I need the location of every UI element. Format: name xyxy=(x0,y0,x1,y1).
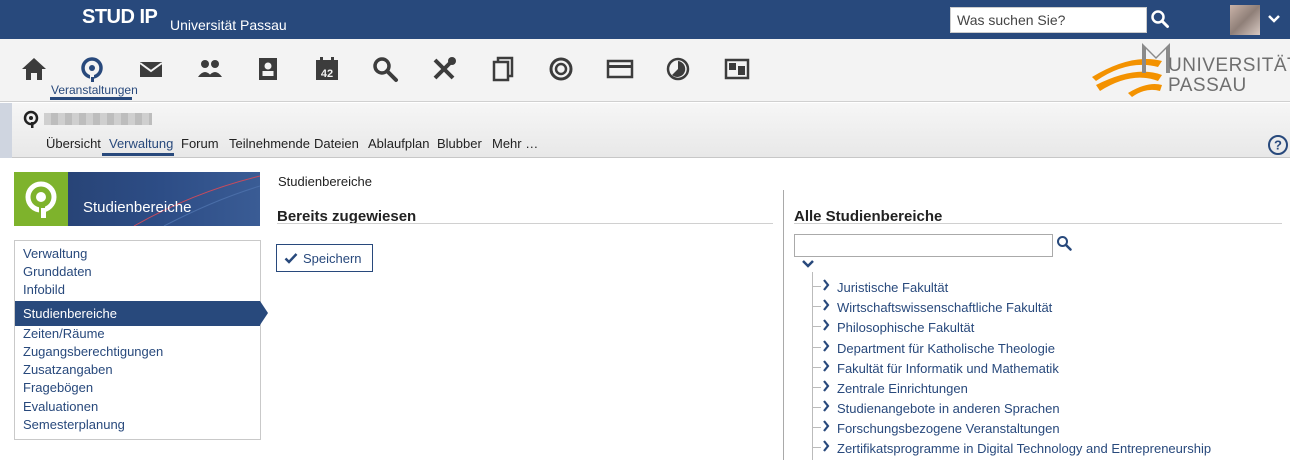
tree-item-informatik-mathematik[interactable]: Fakultät für Informatik und Mathematik xyxy=(837,361,1059,376)
nav-active-indicator xyxy=(50,97,132,100)
search-icon[interactable] xyxy=(1056,235,1072,251)
courses-icon xyxy=(25,181,57,218)
calendar-day: 42 xyxy=(321,68,333,80)
tab-teilnehmende[interactable]: Teilnehmende xyxy=(229,136,310,151)
calendar-icon[interactable]: 42 xyxy=(313,55,341,83)
avatar[interactable] xyxy=(1230,5,1260,35)
community-icon[interactable] xyxy=(196,55,224,83)
column-divider xyxy=(783,190,784,460)
course-title-redacted xyxy=(44,113,152,125)
sidebar-item-grunddaten[interactable]: Grunddaten xyxy=(23,264,92,279)
logo-text: STUD IP xyxy=(82,6,158,28)
chevron-right-icon[interactable] xyxy=(822,299,830,311)
tab-forum[interactable]: Forum xyxy=(181,136,219,151)
sidebar-header: Studienbereiche xyxy=(14,172,260,226)
check-icon xyxy=(284,253,298,264)
tab-mehr[interactable]: Mehr … xyxy=(492,136,538,151)
sidebar-navigation: Verwaltung Grunddaten Infobild Studienbe… xyxy=(14,240,268,440)
tree-item-juristische-fakultaet[interactable]: Juristische Fakultät xyxy=(837,280,948,295)
brand-text-line1: UNIVERSITÄT xyxy=(1168,55,1290,76)
admin-icon[interactable] xyxy=(723,55,751,83)
tab-uebersicht[interactable]: Übersicht xyxy=(46,136,101,151)
course-icon xyxy=(23,110,39,128)
tree-connector xyxy=(813,427,821,428)
page-title: Studienbereiche xyxy=(278,174,372,189)
tab-active-indicator xyxy=(102,153,174,156)
global-search-field[interactable] xyxy=(950,7,1147,33)
tree-connector xyxy=(813,387,821,388)
sidebar-item-zeiten-raeume[interactable]: Zeiten/Räume xyxy=(23,326,105,341)
tree-connector xyxy=(812,272,813,460)
sidebar-title: Studienbereiche xyxy=(83,199,192,216)
chevron-right-icon[interactable] xyxy=(822,420,830,432)
tab-dateien[interactable]: Dateien xyxy=(314,136,359,151)
search-icon[interactable] xyxy=(371,55,399,83)
tab-ablaufplan[interactable]: Ablaufplan xyxy=(368,136,429,151)
tree-connector xyxy=(813,286,821,287)
sidebar-item-infobild[interactable]: Infobild xyxy=(23,282,65,297)
payment-card-icon[interactable] xyxy=(606,55,634,83)
top-bar: STUD IP Universität Passau xyxy=(0,0,1290,39)
tree-connector xyxy=(813,326,821,327)
home-icon[interactable] xyxy=(20,55,48,83)
sidebar-item-evaluationen[interactable]: Evaluationen xyxy=(23,399,98,414)
course-header-stripe xyxy=(0,103,12,158)
university-name: Universität Passau xyxy=(170,17,287,33)
chevron-right-icon[interactable] xyxy=(822,380,830,392)
profile-icon[interactable] xyxy=(254,55,282,83)
chevron-down-icon[interactable] xyxy=(1267,12,1281,26)
tree-connector xyxy=(813,306,821,307)
sidebar-item-label: Studienbereiche xyxy=(23,306,117,321)
sidebar-active-arrow xyxy=(260,301,268,325)
files-icon[interactable] xyxy=(489,55,517,83)
tools-icon[interactable] xyxy=(430,55,458,83)
courses-icon[interactable] xyxy=(78,55,106,83)
tree-item-andere-sprachen[interactable]: Studienangebote in anderen Sprachen xyxy=(837,401,1060,416)
brand-text-line2: PASSAU xyxy=(1168,75,1247,96)
tree-item-forschungsbezogen[interactable]: Forschungsbezogene Veranstaltungen xyxy=(837,421,1060,436)
section-divider xyxy=(277,223,773,224)
tree-item-philosophische-fakultaet[interactable]: Philosophische Fakultät xyxy=(837,320,974,335)
nav-label-courses[interactable]: Veranstaltungen xyxy=(51,83,138,97)
tree-item-wiwi-fakultaet[interactable]: Wirtschaftswissenschaftliche Fakultät xyxy=(837,300,1052,315)
chevron-right-icon[interactable] xyxy=(822,279,830,291)
chevron-down-icon[interactable] xyxy=(801,258,815,270)
main-navigation: 42 Veranstaltungen UNIVERSITÄT PASSAU xyxy=(0,39,1290,102)
section-divider xyxy=(794,223,1282,224)
tree-connector xyxy=(813,447,821,448)
help-icon[interactable]: ? xyxy=(1267,134,1289,156)
sidebar-item-zugangsberechtigungen[interactable]: Zugangsberechtigungen xyxy=(23,344,163,359)
sidebar-item-frageboegen[interactable]: Fragebögen xyxy=(23,380,93,395)
tree-item-katholische-theologie[interactable]: Department für Katholische Theologie xyxy=(837,341,1055,356)
chevron-right-icon[interactable] xyxy=(822,400,830,412)
statistics-icon[interactable] xyxy=(664,55,692,83)
area-search-input[interactable] xyxy=(794,234,1053,257)
tree-connector xyxy=(813,407,821,408)
chevron-right-icon[interactable] xyxy=(822,440,830,452)
search-icon[interactable] xyxy=(1150,9,1170,29)
mail-icon[interactable] xyxy=(137,55,165,83)
tree-connector xyxy=(813,367,821,368)
sidebar-item-zusatzangaben[interactable]: Zusatzangaben xyxy=(23,362,113,377)
tab-verwaltung[interactable]: Verwaltung xyxy=(109,136,173,151)
help-icon-glyph: ? xyxy=(1274,138,1282,153)
tree-item-zertifikatsprogramme[interactable]: Zertifikatsprogramme in Digital Technolo… xyxy=(837,441,1211,456)
sidebar-item-semesterplanung[interactable]: Semesterplanung xyxy=(23,417,125,432)
sidebar-item-verwaltung[interactable]: Verwaltung xyxy=(23,246,87,261)
studip-logo[interactable]: STUD IP xyxy=(82,6,158,29)
tab-blubber[interactable]: Blubber xyxy=(437,136,482,151)
help-center-icon[interactable] xyxy=(547,55,575,83)
chevron-right-icon[interactable] xyxy=(822,319,830,331)
global-search-input[interactable] xyxy=(951,8,1146,32)
tree-item-zentrale-einrichtungen[interactable]: Zentrale Einrichtungen xyxy=(837,381,968,396)
chevron-right-icon[interactable] xyxy=(822,360,830,372)
chevron-right-icon[interactable] xyxy=(822,340,830,352)
course-header: Übersicht Verwaltung Forum Teilnehmende … xyxy=(0,103,1290,158)
tree-connector xyxy=(813,347,821,348)
